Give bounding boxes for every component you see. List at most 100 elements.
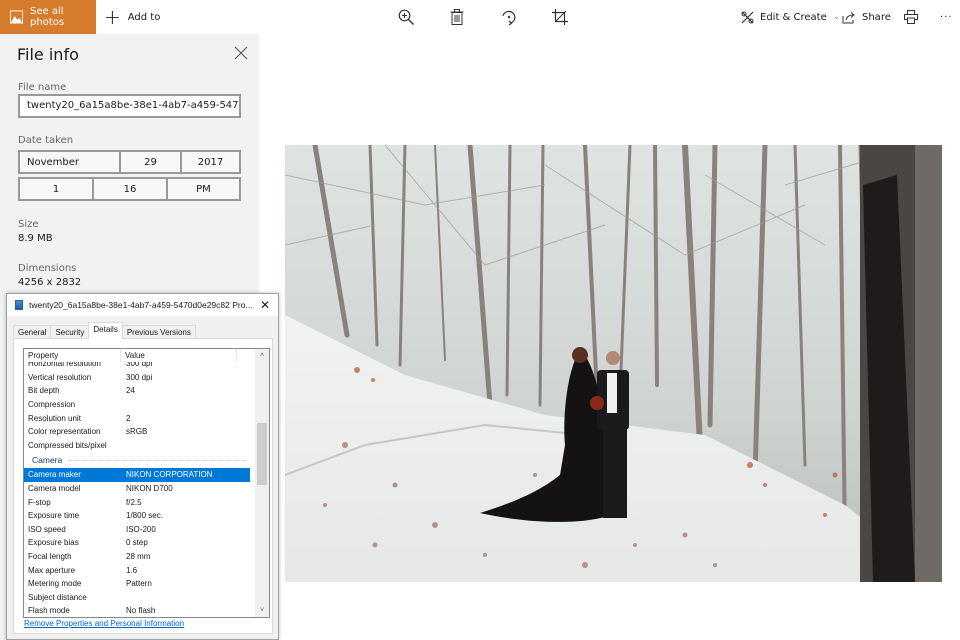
share-button[interactable]: Share: [842, 0, 891, 34]
column-property[interactable]: Property: [24, 349, 121, 362]
property-value: sRGB: [126, 427, 148, 437]
property-row[interactable]: Color representation sRGB: [24, 425, 250, 439]
file-name-input[interactable]: twenty20_6a15a8be-38e1-4ab7-a459-5470d0: [18, 94, 241, 118]
delete-button[interactable]: [447, 7, 467, 27]
group-header-camera[interactable]: Camera: [24, 452, 250, 468]
date-taken-label: Date taken: [18, 135, 74, 146]
property-value: 0 step: [126, 538, 148, 548]
scroll-up-icon[interactable]: ˄: [255, 349, 269, 362]
share-label: Share: [862, 11, 891, 23]
photos-app: See all photos + Add to Edit & Create ⌄ …: [0, 0, 960, 640]
property-value: Pattern: [126, 579, 152, 589]
share-icon: [842, 11, 855, 23]
day-select[interactable]: 29: [121, 152, 182, 172]
dialog-tabs: General Security Details Previous Versio…: [13, 322, 196, 339]
property-value: 24: [126, 386, 135, 396]
date-picker: November 29 2017: [18, 150, 241, 174]
property-key: ISO speed: [28, 524, 66, 534]
file-name-label: File name: [18, 82, 67, 93]
rotate-icon: [502, 10, 516, 26]
tab-details[interactable]: Details: [88, 322, 123, 339]
property-key: Camera model: [28, 484, 81, 494]
property-key: Vertical resolution: [28, 372, 92, 382]
property-key: Subject distance: [28, 592, 87, 602]
property-row[interactable]: Max aperture 1.6: [24, 563, 250, 577]
property-row[interactable]: Compression: [24, 398, 250, 412]
trash-icon: [450, 9, 464, 25]
property-value: ISO-200: [126, 524, 156, 534]
dimensions-value: 4256 x 2832: [18, 277, 82, 288]
property-key: Resolution unit: [28, 413, 81, 423]
property-row[interactable]: Exposure bias 0 step: [24, 536, 250, 550]
property-list[interactable]: Horizontal resolution 300 dpi Vertical res…: [23, 348, 270, 618]
crop-icon: [552, 9, 568, 25]
property-key: Exposure time: [28, 511, 80, 521]
dialog-title: twenty20_6a15a8be-38e1-4ab7-a459-5470d0e…: [29, 300, 253, 310]
close-icon[interactable]: [233, 45, 249, 61]
property-row[interactable]: Bit depth 24: [24, 384, 250, 398]
scrollbar-thumb[interactable]: [257, 423, 267, 485]
property-row[interactable]: Metering mode Pattern: [24, 577, 250, 591]
property-row[interactable]: Camera model NIKON D700: [24, 482, 250, 496]
file-info-title: File info: [17, 45, 79, 64]
rotate-button[interactable]: [499, 7, 519, 27]
print-button[interactable]: [904, 0, 924, 34]
remove-properties-link[interactable]: Remove Properties and Personal Informati…: [24, 619, 184, 628]
property-value: 2: [126, 413, 131, 423]
size-value: 8.9 MB: [18, 233, 53, 244]
property-value: NIKON CORPORATION: [126, 470, 213, 480]
property-row[interactable]: Resolution unit 2: [24, 411, 250, 425]
tab-general[interactable]: General: [13, 325, 52, 339]
details-panel: Horizontal resolution 300 dpi Vertical res…: [13, 338, 273, 634]
ampm-select[interactable]: PM: [168, 179, 239, 199]
main-photo[interactable]: [285, 145, 942, 582]
dialog-titlebar[interactable]: twenty20_6a15a8be-38e1-4ab7-a459-5470d0e…: [7, 294, 278, 316]
see-all-photos-button[interactable]: See all photos: [0, 0, 96, 34]
property-row[interactable]: ISO speed ISO-200: [24, 523, 250, 537]
size-label: Size: [18, 219, 39, 230]
chevron-down-icon: ⌄: [832, 12, 841, 22]
property-key: Compressed bits/pixel: [28, 440, 107, 450]
property-key: Compression: [28, 400, 76, 410]
time-picker: 1 16 PM: [18, 177, 241, 201]
property-row[interactable]: Focal length 28 mm: [24, 550, 250, 564]
month-select[interactable]: November: [20, 152, 121, 172]
year-select[interactable]: 2017: [182, 152, 239, 172]
column-value[interactable]: Value: [121, 349, 237, 362]
scroll-down-icon[interactable]: ˅: [255, 604, 269, 617]
property-row[interactable]: Vertical resolution 300 dpi: [24, 371, 250, 385]
plus-icon: +: [104, 5, 121, 29]
dialog-close-button[interactable]: ✕: [260, 298, 270, 312]
hour-select[interactable]: 1: [20, 179, 94, 199]
vertical-scrollbar[interactable]: ˄ ˅: [255, 349, 269, 617]
property-value: No flash: [126, 606, 156, 616]
edit-create-button[interactable]: Edit & Create ⌄: [741, 0, 840, 34]
property-key: Metering mode: [28, 579, 82, 589]
property-row[interactable]: F-stop f/2.5: [24, 495, 250, 509]
print-icon: [904, 10, 918, 24]
property-row[interactable]: Subject distance: [24, 591, 250, 605]
tab-previous-versions[interactable]: Previous Versions: [121, 325, 196, 339]
property-row[interactable]: Camera maker NIKON CORPORATION: [24, 468, 250, 482]
property-row[interactable]: Compressed bits/pixel: [24, 439, 250, 453]
property-key: Max aperture: [28, 565, 76, 575]
see-all-photos-label: See all photos: [30, 6, 65, 28]
property-value: 1/800 sec.: [126, 511, 163, 521]
property-value: f/2.5: [126, 497, 142, 507]
property-rows: Horizontal resolution 300 dpi Vertical res…: [24, 357, 250, 617]
property-key: Bit depth: [28, 386, 60, 396]
zoom-button[interactable]: [396, 7, 416, 27]
more-options-button[interactable]: ···: [940, 0, 953, 34]
property-row[interactable]: Exposure time 1/800 sec.: [24, 509, 250, 523]
property-row[interactable]: Flash mode No flash: [24, 604, 250, 617]
edit-create-icon: [741, 11, 754, 23]
tab-security[interactable]: Security: [50, 325, 90, 339]
crop-button[interactable]: [550, 7, 570, 27]
zoom-in-icon: [398, 9, 414, 25]
photo-image: [285, 145, 942, 582]
property-value: NIKON D700: [126, 484, 173, 494]
minute-select[interactable]: 16: [94, 179, 168, 199]
add-to-button[interactable]: + Add to: [104, 0, 160, 34]
property-key: Flash mode: [28, 606, 70, 616]
property-key: Focal length: [28, 552, 72, 562]
